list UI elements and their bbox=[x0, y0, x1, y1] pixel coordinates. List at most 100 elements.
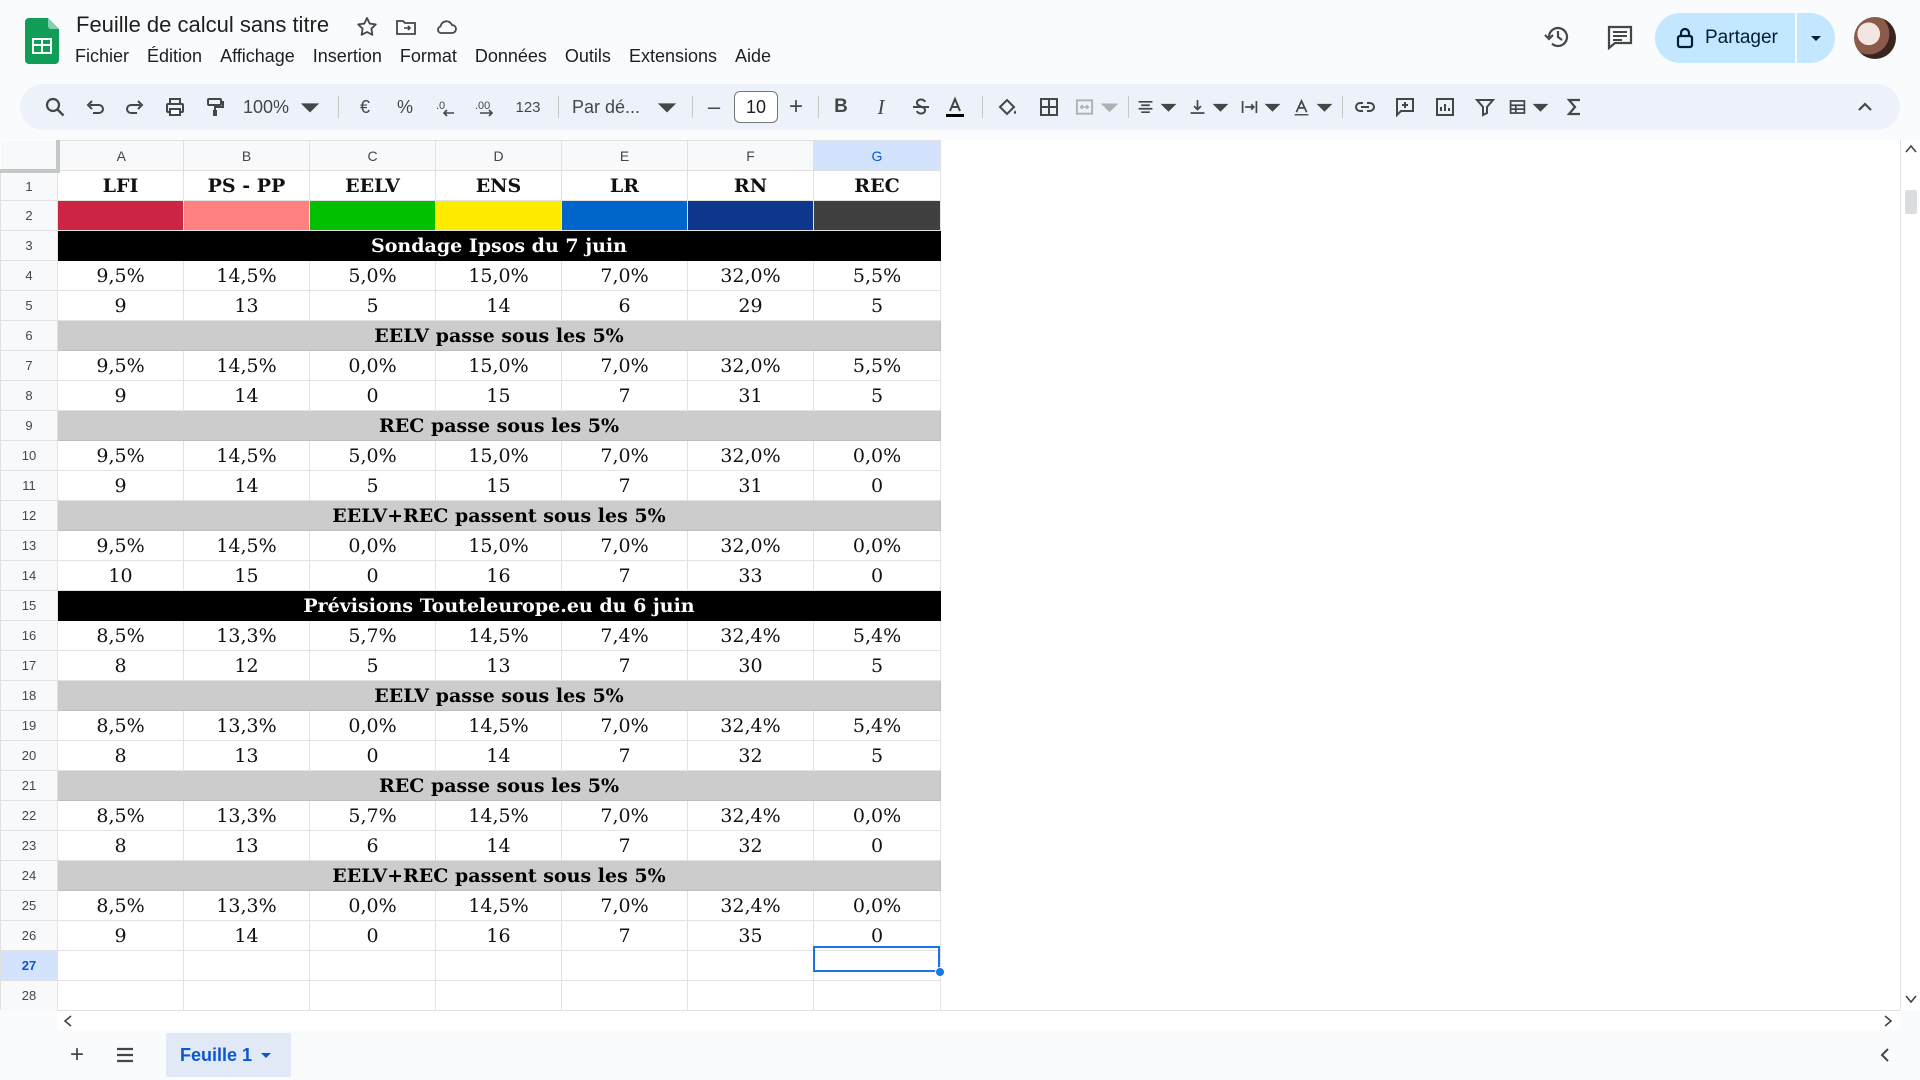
percent-cell[interactable]: 32,0% bbox=[687, 440, 814, 471]
empty-cell[interactable] bbox=[561, 980, 688, 1010]
seats-cell[interactable]: 0 bbox=[813, 920, 941, 951]
percent-cell[interactable]: 0,0% bbox=[309, 890, 436, 921]
bold-button[interactable]: B bbox=[826, 92, 856, 122]
cloud-saved-icon[interactable] bbox=[434, 15, 458, 39]
row-header[interactable]: 2 bbox=[0, 200, 58, 231]
menu-donnees[interactable]: Données bbox=[466, 44, 556, 69]
row-header[interactable]: 3 bbox=[0, 230, 58, 261]
seats-cell[interactable]: 5 bbox=[309, 650, 436, 681]
percent-cell[interactable]: 0,0% bbox=[309, 530, 436, 561]
row-header[interactable]: 23 bbox=[0, 830, 58, 861]
percent-cell[interactable]: 7,0% bbox=[561, 890, 688, 921]
seats-cell[interactable]: 8 bbox=[57, 740, 184, 771]
section-header-cell[interactable]: REC passe sous les 5% bbox=[57, 770, 941, 801]
add-sheet-button[interactable]: + bbox=[62, 1040, 92, 1070]
empty-cell[interactable] bbox=[309, 980, 436, 1010]
menu-edition[interactable]: Édition bbox=[138, 44, 211, 69]
seats-cell[interactable]: 13 bbox=[183, 740, 310, 771]
seats-cell[interactable]: 13 bbox=[183, 290, 310, 321]
percent-cell[interactable]: 14,5% bbox=[435, 890, 562, 921]
percent-cell[interactable]: 5,7% bbox=[309, 800, 436, 831]
percent-cell[interactable]: 9,5% bbox=[57, 260, 184, 291]
party-name-cell[interactable]: EELV bbox=[309, 170, 436, 201]
borders-button[interactable] bbox=[1034, 92, 1064, 122]
percent-cell[interactable]: 13,3% bbox=[183, 890, 310, 921]
merge-cells-button[interactable] bbox=[1074, 92, 1120, 122]
fill-handle[interactable] bbox=[935, 967, 945, 977]
star-icon[interactable] bbox=[355, 15, 379, 39]
vertical-align-button[interactable] bbox=[1188, 92, 1230, 122]
empty-cell[interactable] bbox=[435, 950, 562, 981]
paint-format-button[interactable] bbox=[200, 92, 230, 122]
decrease-decimal-button[interactable]: .0 bbox=[430, 92, 460, 122]
empty-cell[interactable] bbox=[309, 950, 436, 981]
row-header[interactable]: 22 bbox=[0, 800, 58, 831]
percent-cell[interactable]: 0,0% bbox=[309, 710, 436, 741]
increase-decimal-button[interactable]: .00 bbox=[470, 92, 500, 122]
party-name-cell[interactable]: LFI bbox=[57, 170, 184, 201]
text-color-button[interactable] bbox=[938, 92, 972, 122]
party-color-cell[interactable] bbox=[435, 200, 562, 231]
percent-cell[interactable]: 5,5% bbox=[813, 350, 941, 381]
party-color-cell[interactable] bbox=[687, 200, 814, 231]
row-header[interactable]: 25 bbox=[0, 890, 58, 921]
seats-cell[interactable]: 7 bbox=[561, 380, 688, 411]
seats-cell[interactable]: 7 bbox=[561, 920, 688, 951]
party-color-cell[interactable] bbox=[309, 200, 436, 231]
percent-cell[interactable]: 32,4% bbox=[687, 800, 814, 831]
functions-button[interactable] bbox=[1560, 92, 1590, 122]
section-header-cell[interactable]: Sondage Ipsos du 7 juin bbox=[57, 230, 941, 261]
section-header-cell[interactable]: EELV+REC passent sous les 5% bbox=[57, 500, 941, 531]
empty-cell[interactable] bbox=[687, 980, 814, 1010]
seats-cell[interactable]: 7 bbox=[561, 470, 688, 501]
search-menus-button[interactable] bbox=[40, 92, 70, 122]
row-header[interactable]: 6 bbox=[0, 320, 58, 351]
percent-cell[interactable]: 13,3% bbox=[183, 620, 310, 651]
percent-cell[interactable]: 7,0% bbox=[561, 800, 688, 831]
percent-cell[interactable]: 8,5% bbox=[57, 890, 184, 921]
percent-cell[interactable]: 8,5% bbox=[57, 800, 184, 831]
seats-cell[interactable]: 9 bbox=[57, 380, 184, 411]
seats-cell[interactable]: 13 bbox=[435, 650, 562, 681]
menu-affichage[interactable]: Affichage bbox=[211, 44, 304, 69]
seats-cell[interactable]: 35 bbox=[687, 920, 814, 951]
row-header[interactable]: 14 bbox=[0, 560, 58, 591]
vertical-scroll-thumb[interactable] bbox=[1905, 190, 1917, 214]
comments-icon[interactable] bbox=[1605, 22, 1635, 52]
percent-cell[interactable]: 14,5% bbox=[183, 260, 310, 291]
seats-cell[interactable]: 5 bbox=[813, 380, 941, 411]
italic-button[interactable]: I bbox=[866, 92, 896, 122]
party-name-cell[interactable]: PS - PP bbox=[183, 170, 310, 201]
percent-cell[interactable]: 15,0% bbox=[435, 440, 562, 471]
select-all-corner[interactable] bbox=[0, 140, 60, 173]
section-header-cell[interactable]: REC passe sous les 5% bbox=[57, 410, 941, 441]
seats-cell[interactable]: 0 bbox=[309, 740, 436, 771]
column-header-b[interactable]: B bbox=[183, 140, 310, 171]
row-header[interactable]: 9 bbox=[0, 410, 58, 441]
percent-cell[interactable]: 9,5% bbox=[57, 440, 184, 471]
row-header[interactable]: 13 bbox=[0, 530, 58, 561]
seats-cell[interactable]: 14 bbox=[183, 380, 310, 411]
zoom-select[interactable]: 100% bbox=[242, 92, 322, 122]
percent-cell[interactable]: 32,0% bbox=[687, 260, 814, 291]
insert-comment-button[interactable] bbox=[1390, 92, 1420, 122]
version-history-icon[interactable] bbox=[1543, 22, 1573, 52]
seats-cell[interactable]: 6 bbox=[309, 830, 436, 861]
empty-cell[interactable] bbox=[57, 980, 184, 1010]
row-header[interactable]: 4 bbox=[0, 260, 58, 291]
menu-insertion[interactable]: Insertion bbox=[304, 44, 391, 69]
percent-cell[interactable]: 15,0% bbox=[435, 530, 562, 561]
row-header[interactable]: 24 bbox=[0, 860, 58, 891]
percent-cell[interactable]: 14,5% bbox=[183, 350, 310, 381]
percent-cell[interactable]: 32,0% bbox=[687, 530, 814, 561]
seats-cell[interactable]: 30 bbox=[687, 650, 814, 681]
percent-cell[interactable]: 32,4% bbox=[687, 890, 814, 921]
section-header-cell[interactable]: EELV passe sous les 5% bbox=[57, 320, 941, 351]
percent-cell[interactable]: 5,7% bbox=[309, 620, 436, 651]
menu-aide[interactable]: Aide bbox=[726, 44, 780, 69]
percent-cell[interactable]: 13,3% bbox=[183, 710, 310, 741]
scroll-right-arrow-icon[interactable] bbox=[1883, 1015, 1893, 1027]
party-color-cell[interactable] bbox=[57, 200, 184, 231]
document-title[interactable]: Feuille de calcul sans titre bbox=[76, 12, 329, 38]
horizontal-align-button[interactable] bbox=[1136, 92, 1178, 122]
